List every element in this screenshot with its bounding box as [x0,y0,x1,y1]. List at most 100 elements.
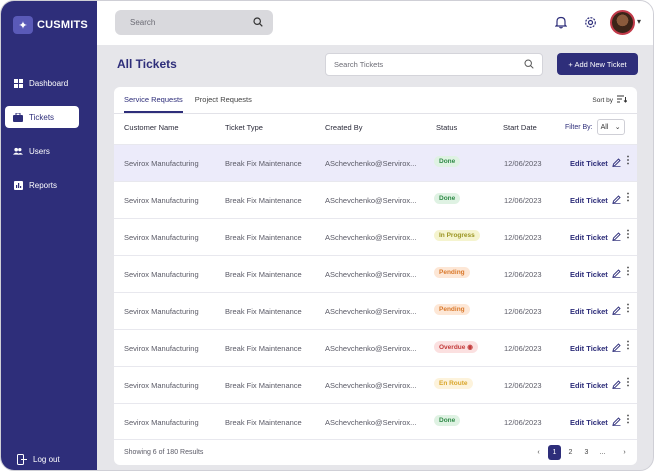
customer-name-cell: Sevirox Manufacturing [124,381,199,390]
sidebar-item-users[interactable]: Users [5,140,79,162]
more-options-icon[interactable]: ⋮ [623,267,633,277]
customer-name-cell: Sevirox Manufacturing [124,159,199,168]
user-avatar[interactable] [610,10,635,35]
created-by-cell: ASchevchenko@Servirox... [325,418,417,427]
grid-icon [13,78,23,88]
start-date-cell: 12/06/2023 [504,233,542,242]
status-text: Overdue [439,344,466,351]
table-row[interactable]: Sevirox Manufacturing Break Fix Maintenan… [114,292,637,329]
global-search-input[interactable] [130,18,253,27]
tab-project-requests[interactable]: Project Requests [195,95,252,113]
status-badge: En Route [434,378,473,389]
sidebar-item-tickets[interactable]: Tickets [5,106,79,128]
customer-name-cell: Sevirox Manufacturing [124,270,199,279]
more-options-icon[interactable]: ⋮ [623,156,633,166]
status-badge: Pending [434,304,470,315]
ticket-type-cell: Break Fix Maintenance [225,418,302,427]
more-options-icon[interactable]: ⋮ [623,230,633,240]
sidebar-item-label: Reports [29,180,58,190]
customer-name-cell: Sevirox Manufacturing [124,344,199,353]
table-row[interactable]: Sevirox Manufacturing Break Fix Maintenan… [114,255,637,292]
status-text: Done [439,417,456,424]
status-badge: Overdue ◉ [434,341,478,353]
results-count: Showing 6 of 180 Results [124,449,204,456]
status-badge: In Progress [434,230,480,241]
edit-ticket-label: Edit Ticket [570,159,608,168]
customer-name-cell: Sevirox Manufacturing [124,196,199,205]
table-row[interactable]: Sevirox Manufacturing Break Fix Maintenan… [114,403,637,440]
column-customer-name[interactable]: Customer Name [124,123,179,132]
ticket-search [325,53,543,76]
start-date-cell: 12/06/2023 [504,196,542,205]
pagination: ‹ 1 2 3 ... › [532,445,631,460]
edit-ticket-button[interactable]: Edit Ticket [570,343,621,354]
start-date-cell: 12/06/2023 [504,381,542,390]
column-start-date[interactable]: Start Date [503,123,537,132]
edit-ticket-label: Edit Ticket [570,344,608,353]
edit-ticket-button[interactable]: Edit Ticket [570,380,621,391]
created-by-cell: ASchevchenko@Servirox... [325,196,417,205]
sidebar-item-reports[interactable]: Reports [5,174,79,196]
request-tabs: Service Requests Project Requests [124,95,252,113]
add-new-ticket-button[interactable]: + Add New Ticket [557,53,638,75]
edit-ticket-button[interactable]: Edit Ticket [570,306,621,317]
prev-page-icon[interactable]: ‹ [532,445,545,460]
table-row[interactable]: Sevirox Manufacturing Break Fix Maintenan… [114,144,637,181]
chart-icon [13,180,23,190]
search-icon[interactable] [253,14,263,32]
more-options-icon[interactable]: ⋮ [623,304,633,314]
page-1[interactable]: 1 [548,445,561,460]
logo-icon: ✦ [13,16,33,34]
chevron-down-icon[interactable]: ▾ [637,17,641,26]
sidebar-item-label: Tickets [29,112,55,122]
table-row[interactable]: Sevirox Manufacturing Break Fix Maintenan… [114,218,637,255]
status-badge: Done [434,156,461,167]
pencil-icon [612,343,621,354]
column-created-by[interactable]: Created By [325,123,363,132]
customer-name-cell: Sevirox Manufacturing [124,307,199,316]
sidebar: ✦ CUSMITS Dashboard Tickets Users Report… [1,1,97,470]
status-text: En Route [439,380,468,387]
page-2[interactable]: 2 [564,445,577,460]
more-options-icon[interactable]: ⋮ [623,378,633,388]
edit-ticket-button[interactable]: Edit Ticket [570,417,621,428]
edit-ticket-button[interactable]: Edit Ticket [570,269,621,280]
pencil-icon [612,306,621,317]
more-options-icon[interactable]: ⋮ [623,193,633,203]
chevron-down-icon: ⌄ [614,124,621,131]
ticket-search-input[interactable] [334,60,524,69]
start-date-cell: 12/06/2023 [504,270,542,279]
more-options-icon[interactable]: ⋮ [623,415,633,425]
search-icon[interactable] [524,56,534,74]
app-window: ✦ CUSMITS Dashboard Tickets Users Report… [0,0,654,471]
column-status[interactable]: Status [436,123,457,132]
column-ticket-type[interactable]: Ticket Type [225,123,263,132]
edit-ticket-button[interactable]: Edit Ticket [570,195,621,206]
edit-ticket-label: Edit Ticket [570,381,608,390]
more-options-icon[interactable]: ⋮ [623,341,633,351]
table-row[interactable]: Sevirox Manufacturing Break Fix Maintenan… [114,181,637,218]
tab-service-requests[interactable]: Service Requests [124,95,183,113]
status-text: Pending [439,269,465,276]
logout-label: Log out [33,454,60,464]
page-3[interactable]: 3 [580,445,593,460]
table-row[interactable]: Sevirox Manufacturing Break Fix Maintenan… [114,329,637,366]
logout-button[interactable]: Log out [17,453,60,465]
table-row[interactable]: Sevirox Manufacturing Break Fix Maintenan… [114,366,637,403]
customer-name-cell: Sevirox Manufacturing [124,418,199,427]
edit-ticket-button[interactable]: Edit Ticket [570,232,621,243]
settings-gear-icon[interactable] [581,13,599,31]
table-footer: Showing 6 of 180 Results ‹ 1 2 3 ... › [114,439,637,465]
notifications-bell-icon[interactable] [552,13,570,31]
created-by-cell: ASchevchenko@Servirox... [325,233,417,242]
status-badge: Pending [434,267,470,278]
sidebar-item-dashboard[interactable]: Dashboard [5,72,79,94]
status-text: Done [439,195,456,202]
brand: ✦ CUSMITS [13,16,88,34]
next-page-icon[interactable]: › [618,445,631,460]
customer-name-cell: Sevirox Manufacturing [124,233,199,242]
edit-ticket-button[interactable]: Edit Ticket [570,158,621,169]
edit-ticket-label: Edit Ticket [570,233,608,242]
filter-select[interactable]: All ⌄ [596,119,625,135]
sort-by-button[interactable]: Sort by [592,95,628,105]
